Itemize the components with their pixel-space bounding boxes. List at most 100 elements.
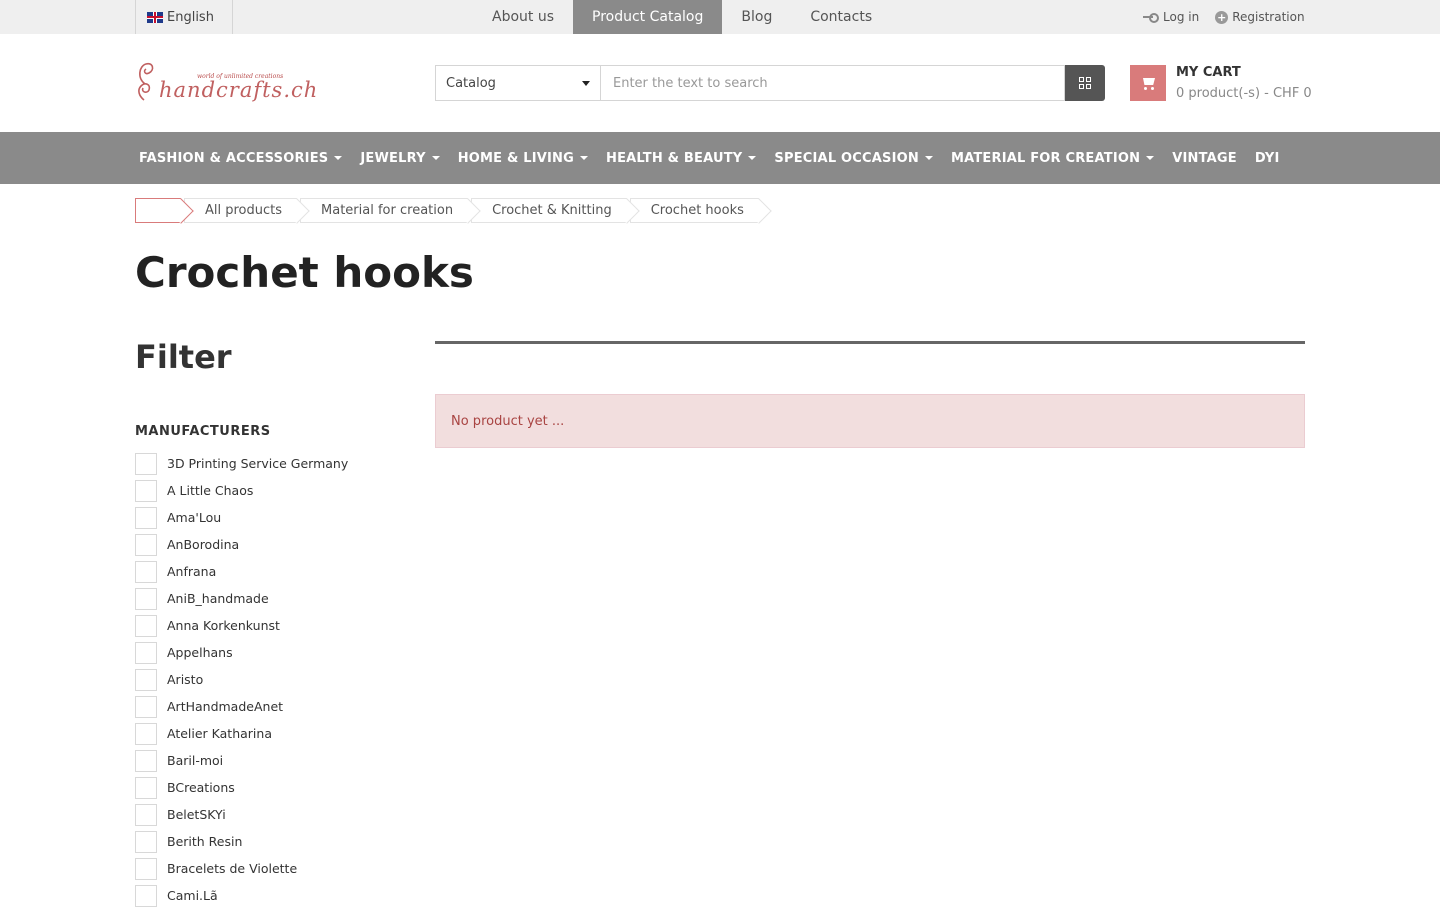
breadcrumb-all-products[interactable]: All products	[184, 198, 298, 223]
manufacturer-checkbox[interactable]	[135, 641, 157, 664]
grid-icon	[1079, 77, 1091, 89]
mainnav-item-fashion-accessories[interactable]: FASHION & ACCESSORIES	[130, 132, 351, 184]
breadcrumb-crochet-knitting[interactable]: Crochet & Knitting	[471, 198, 627, 223]
manufacturer-label[interactable]: A Little Chaos	[167, 483, 253, 498]
language-selector[interactable]: English	[135, 0, 233, 34]
manufacturer-checkbox[interactable]	[135, 560, 157, 583]
cart-title[interactable]: MY CART	[1176, 65, 1241, 80]
manufacturer-checkbox[interactable]	[135, 803, 157, 826]
manufacturer-label[interactable]: Berith Resin	[167, 834, 242, 849]
manufacturer-label[interactable]: Atelier Katharina	[167, 726, 272, 741]
manufacturer-label[interactable]: Ama'Lou	[167, 510, 221, 525]
manufacturer-checkbox[interactable]	[135, 722, 157, 745]
manufacturer-filter-item[interactable]: Bracelets de Violette	[135, 855, 348, 882]
manufacturer-label[interactable]: AnBorodina	[167, 537, 239, 552]
mainnav-item-label: JEWELRY	[360, 150, 426, 166]
manufacturer-checkbox[interactable]	[135, 587, 157, 610]
manufacturer-filter-item[interactable]: Ama'Lou	[135, 504, 348, 531]
mainnav-item-label: MATERIAL FOR CREATION	[950, 150, 1141, 166]
manufacturer-label[interactable]: BeletSKYi	[167, 807, 226, 822]
manufacturer-checkbox[interactable]	[135, 695, 157, 718]
top-bar: English About us Product Catalog Blog Co…	[0, 0, 1440, 34]
registration-label: Registration	[1232, 10, 1305, 24]
cart-button[interactable]	[1130, 65, 1166, 101]
mainnav-item-label: HOME & LIVING	[457, 150, 575, 166]
manufacturer-filter-item[interactable]: 3D Printing Service Germany	[135, 450, 348, 477]
mainnav-item-label: VINTAGE	[1172, 150, 1237, 166]
logo-name: handcrafts.ch	[159, 78, 319, 102]
manufacturer-checkbox[interactable]	[135, 830, 157, 853]
manufacturer-filter-item[interactable]: Appelhans	[135, 639, 348, 666]
manufacturer-checkbox[interactable]	[135, 452, 157, 475]
manufacturer-checkbox[interactable]	[135, 479, 157, 502]
manufacturer-checkbox[interactable]	[135, 614, 157, 637]
manufacturer-label[interactable]: Baril-moi	[167, 753, 223, 768]
mainnav-item-home-living[interactable]: HOME & LIVING	[449, 132, 597, 184]
logo-swirl-icon	[138, 62, 154, 101]
mainnav-item-material-for-creation[interactable]: MATERIAL FOR CREATION	[942, 132, 1163, 184]
breadcrumb-material-for-creation[interactable]: Material for creation	[300, 198, 469, 223]
chevron-down-icon	[582, 80, 590, 86]
topnav-blog[interactable]: Blog	[722, 0, 791, 34]
auth-links: Log in + Registration	[1143, 0, 1321, 34]
breadcrumb-home[interactable]	[135, 198, 181, 223]
manufacturer-checkbox[interactable]	[135, 668, 157, 691]
breadcrumb-current: Crochet hooks	[629, 198, 759, 223]
manufacturer-checkbox[interactable]	[135, 884, 157, 907]
mainnav-item-special-occasion[interactable]: SPECIAL OCCASION	[765, 132, 942, 184]
topnav-contacts[interactable]: Contacts	[791, 0, 891, 34]
manufacturer-filter-item[interactable]: Anfrana	[135, 558, 348, 585]
manufacturer-label[interactable]: Aristo	[167, 672, 203, 687]
search-input[interactable]	[601, 65, 1065, 101]
manufacturer-filter-item[interactable]: AnBorodina	[135, 531, 348, 558]
manufacturer-label[interactable]: Bracelets de Violette	[167, 861, 297, 876]
manufacturer-filter-item[interactable]: BeletSKYi	[135, 801, 348, 828]
search-category-select[interactable]: Catalog	[435, 65, 601, 101]
topnav-about-us[interactable]: About us	[473, 0, 573, 34]
mainnav-item-health-beauty[interactable]: HEALTH & BEAUTY	[597, 132, 765, 184]
manufacturer-filter-item[interactable]: Baril-moi	[135, 747, 348, 774]
search-category-value: Catalog	[446, 75, 496, 91]
manufacturer-filter-item[interactable]: A Little Chaos	[135, 477, 348, 504]
manufacturer-label[interactable]: Cami.Lã	[167, 888, 218, 903]
manufacturer-filter-item[interactable]: Cami.Lã	[135, 882, 348, 909]
manufacturer-checkbox[interactable]	[135, 857, 157, 880]
mainnav-item-label: SPECIAL OCCASION	[774, 150, 919, 166]
manufacturer-checkbox[interactable]	[135, 776, 157, 799]
page-title: Crochet hooks	[135, 248, 474, 297]
key-icon	[1143, 13, 1159, 23]
topnav-product-catalog[interactable]: Product Catalog	[573, 0, 723, 34]
language-label: English	[167, 9, 214, 25]
manufacturer-filter-item[interactable]: BCreations	[135, 774, 348, 801]
registration-link[interactable]: + Registration	[1215, 10, 1305, 24]
manufacturer-label[interactable]: Anfrana	[167, 564, 216, 579]
manufacturer-filter-item[interactable]: Atelier Katharina	[135, 720, 348, 747]
uk-flag-icon	[147, 11, 163, 23]
mainnav-item-dyi[interactable]: DYI	[1246, 132, 1289, 184]
manufacturer-filter-item[interactable]: Berith Resin	[135, 828, 348, 855]
mainnav-item-vintage[interactable]: VINTAGE	[1163, 132, 1246, 184]
manufacturer-label[interactable]: BCreations	[167, 780, 235, 795]
login-link[interactable]: Log in	[1143, 10, 1199, 24]
mainnav-item-jewelry[interactable]: JEWELRY	[351, 132, 448, 184]
manufacturer-label[interactable]: Appelhans	[167, 645, 233, 660]
manufacturer-checkbox[interactable]	[135, 533, 157, 556]
search-button[interactable]	[1065, 65, 1105, 101]
empty-products-message: No product yet ...	[451, 413, 565, 429]
manufacturer-filter-item[interactable]: Aristo	[135, 666, 348, 693]
manufacturer-filter-item[interactable]: AniB_handmade	[135, 585, 348, 612]
manufacturer-filter-item[interactable]: ArtHandmadeAnet	[135, 693, 348, 720]
manufacturer-checkbox[interactable]	[135, 506, 157, 529]
manufacturer-label[interactable]: Anna Korkenkunst	[167, 618, 280, 633]
empty-products-alert: No product yet ...	[435, 394, 1305, 448]
manufacturer-label[interactable]: AniB_handmade	[167, 591, 269, 606]
site-logo[interactable]: world of unlimited creations handcrafts.…	[135, 60, 317, 104]
shopping-cart-icon	[1141, 78, 1155, 90]
chevron-down-icon	[334, 156, 343, 160]
manufacturer-label[interactable]: ArtHandmadeAnet	[167, 699, 283, 714]
manufacturer-label[interactable]: 3D Printing Service Germany	[167, 456, 348, 471]
manufacturer-checkbox[interactable]	[135, 749, 157, 772]
manufacturer-list: 3D Printing Service Germany A Little Chao…	[135, 450, 348, 909]
plus-circle-icon: +	[1215, 10, 1229, 24]
manufacturer-filter-item[interactable]: Anna Korkenkunst	[135, 612, 348, 639]
